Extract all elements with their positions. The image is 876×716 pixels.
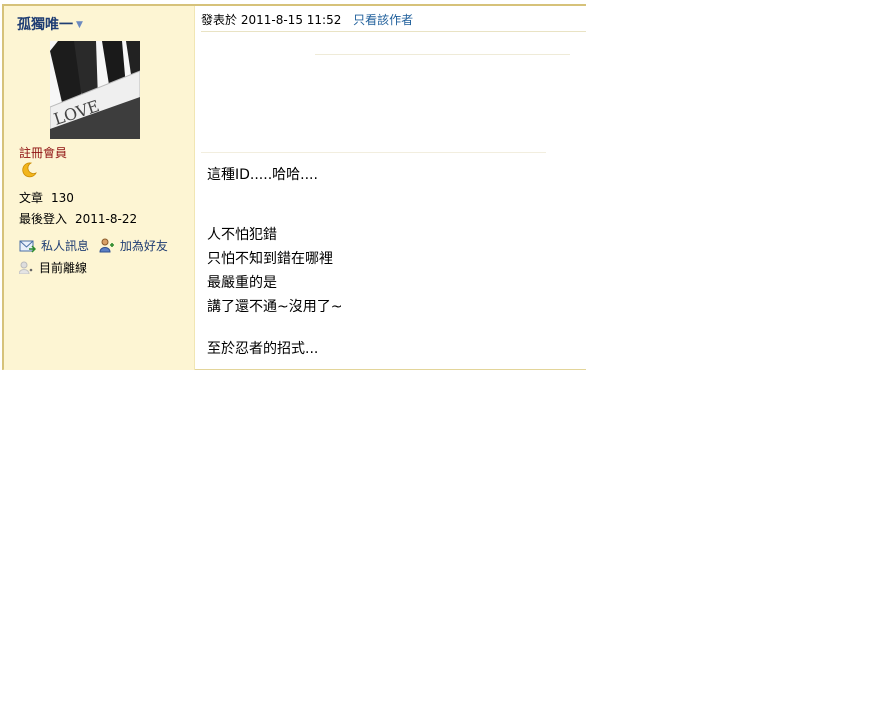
- stat-posts: 文章 130: [19, 189, 74, 206]
- post-line: 至於忍者的招式...: [207, 341, 319, 357]
- pm-label: 私人訊息: [41, 239, 90, 253]
- divider: [201, 152, 546, 153]
- add-friend-button[interactable]: 加為好友: [99, 238, 168, 253]
- author-only-link[interactable]: 只看該作者: [353, 13, 413, 27]
- author-name: 孤獨唯一: [17, 17, 73, 33]
- dropdown-caret-icon: ▼: [76, 20, 83, 30]
- avatar: LOVE: [50, 41, 140, 139]
- post-content-area: 發表於 2011-8-15 11:52 只看該作者 這種ID.....哈哈...…: [195, 6, 586, 370]
- user-group: 註冊會員: [19, 146, 68, 160]
- posted-time: 2011-8-15 11:52: [240, 13, 342, 27]
- stat-label: 文章: [19, 191, 44, 205]
- add-friend-icon: [99, 238, 114, 253]
- online-status: 目前離線: [18, 259, 88, 276]
- author-actions: 私人訊息 加為好友: [19, 237, 168, 254]
- author-name-link[interactable]: 孤獨唯一 ▼: [17, 14, 83, 34]
- post-line: 講了還不通~沒用了~: [207, 299, 343, 315]
- posted-label: 發表於: [201, 13, 238, 27]
- post-line: 人不怕犯錯: [207, 227, 277, 243]
- post-line: 只怕不知到錯在哪裡: [207, 251, 333, 267]
- post-body: 這種ID.....哈哈.... 人不怕犯錯 只怕不知到錯在哪裡 最嚴重的是 講了…: [207, 163, 342, 361]
- forum-post: 孤獨唯一 ▼ LOVE 註冊會員 文章 130 最後登入 2011-8-22 私…: [2, 4, 586, 370]
- author-sidebar: 孤獨唯一 ▼ LOVE 註冊會員 文章 130 最後登入 2011-8-22 私…: [4, 6, 195, 370]
- post-meta: 發表於 2011-8-15 11:52 只看該作者: [201, 11, 413, 28]
- divider: [315, 54, 570, 55]
- divider: [201, 31, 586, 32]
- stat-value: 2011-8-22: [75, 212, 138, 226]
- online-status-text: 目前離線: [39, 261, 88, 275]
- moon-icon: [20, 161, 38, 179]
- post-line: 這種ID.....哈哈....: [207, 167, 318, 183]
- stat-label: 最後登入: [19, 212, 68, 226]
- offline-user-icon: [18, 261, 33, 275]
- envelope-icon: [19, 240, 37, 253]
- stat-value: 130: [51, 191, 74, 205]
- post-line: 最嚴重的是: [207, 275, 277, 291]
- pm-button[interactable]: 私人訊息: [19, 239, 93, 253]
- add-friend-label: 加為好友: [119, 239, 168, 253]
- stat-last-login: 最後登入 2011-8-22: [19, 210, 137, 227]
